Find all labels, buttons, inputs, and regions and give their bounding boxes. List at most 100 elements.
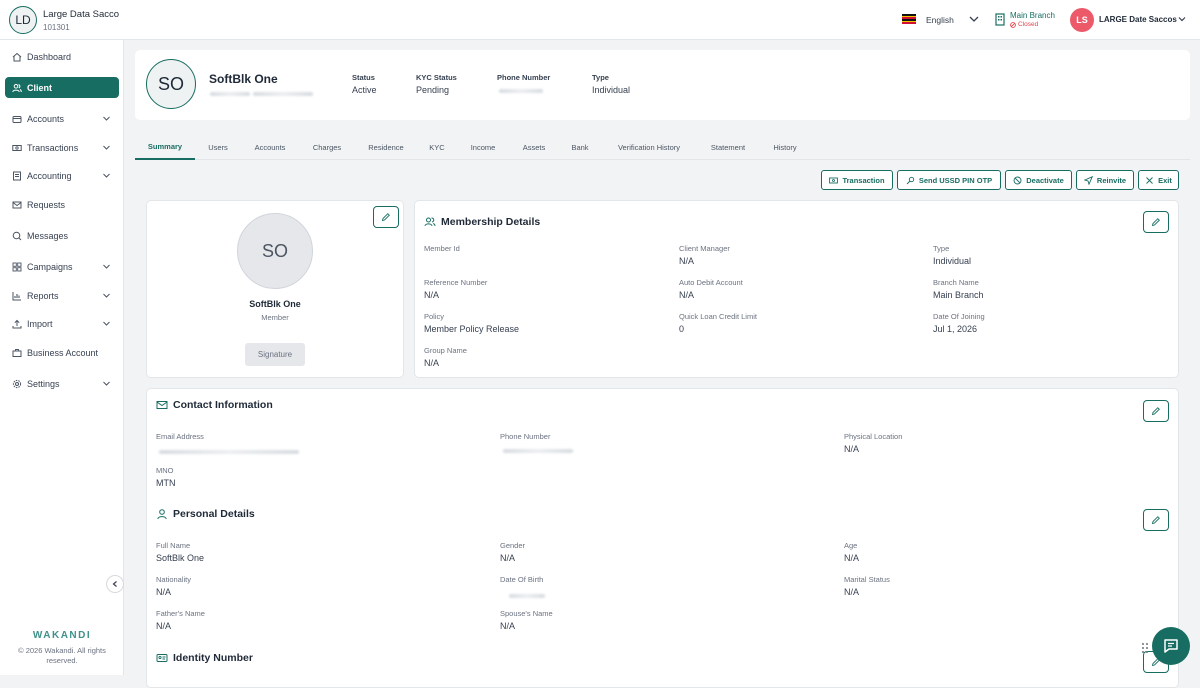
redacted-email — [159, 450, 299, 454]
marital-status-value: N/A — [844, 587, 860, 597]
uganda-flag-icon[interactable] — [902, 14, 916, 25]
age-value: N/A — [844, 553, 860, 563]
money-icon — [12, 144, 22, 151]
member-avatar: SO — [237, 213, 313, 289]
signature-button[interactable]: Signature — [245, 343, 305, 366]
edit-photo-button[interactable] — [373, 206, 399, 228]
sidebar-item-label: Business Account — [27, 347, 99, 358]
nationality-value: N/A — [156, 587, 172, 597]
sidebar-item-client[interactable]: Client — [5, 77, 119, 98]
user-name[interactable]: LARGE Date Saccos — [1099, 15, 1177, 24]
tab-verification-history[interactable]: Verification History — [605, 134, 693, 160]
deactivate-button[interactable]: Deactivate — [1005, 170, 1072, 190]
ledger-icon — [13, 171, 21, 180]
ban-icon — [1013, 176, 1022, 184]
chevron-down-icon[interactable] — [102, 114, 111, 123]
grid-icon — [12, 262, 22, 271]
deactivate-button-label: Deactivate — [1026, 175, 1064, 185]
sidebar-item-reports[interactable]: Reports — [5, 285, 119, 306]
chevron-down-icon[interactable] — [102, 262, 111, 271]
spouses-name-label: Spouse's Name — [500, 609, 553, 618]
policy-label: Policy — [424, 312, 445, 321]
collapse-sidebar-button[interactable] — [106, 575, 124, 593]
tab-users[interactable]: Users — [197, 134, 239, 160]
closed-circle-icon — [1010, 21, 1016, 28]
sidebar-item-transactions[interactable]: Transactions — [5, 137, 119, 158]
reinvite-button[interactable]: Reinvite — [1076, 170, 1134, 190]
date-of-birth-label: Date Of Birth — [500, 575, 544, 584]
sidebar-item-accounts[interactable]: Accounts — [5, 108, 119, 129]
sidebar-item-label: Transactions — [27, 142, 79, 153]
sidebar-item-requests[interactable]: Requests — [5, 194, 119, 215]
phone-number-label: Phone Number — [500, 432, 551, 441]
tab-summary[interactable]: Summary — [135, 134, 195, 160]
user-avatar[interactable]: LS — [1070, 8, 1094, 32]
drag-handle-icon[interactable] — [1141, 642, 1149, 654]
send-icon — [1083, 175, 1093, 185]
sidebar-item-import[interactable]: Import — [5, 313, 119, 334]
type-value: Individual — [592, 85, 631, 95]
chat-icon — [1164, 639, 1178, 653]
client-manager-value: N/A — [679, 256, 695, 266]
pencil-icon — [1151, 218, 1160, 227]
email-address-label: Email Address — [156, 432, 204, 441]
tab-assets[interactable]: Assets — [513, 134, 555, 160]
tab-accounts[interactable]: Accounts — [245, 134, 295, 160]
exit-button-label: Exit — [1158, 175, 1172, 185]
redacted-member-id — [210, 92, 250, 96]
pencil-icon — [1151, 516, 1160, 525]
edit-contact-button[interactable] — [1143, 400, 1169, 422]
branch-status-label: Closed — [1018, 21, 1039, 28]
full-name-value: SoftBlk One — [156, 553, 205, 563]
age-label: Age — [844, 541, 858, 550]
chevron-down-icon[interactable] — [102, 143, 111, 152]
tab-residence[interactable]: Residence — [359, 134, 413, 160]
send-otp-button-label: Send USSD PIN OTP — [918, 175, 993, 185]
tab-bank[interactable]: Bank — [563, 134, 597, 160]
branch-name[interactable]: Main Branch — [1010, 11, 1055, 20]
language-selector[interactable]: English — [926, 15, 954, 25]
kyc-status-label: KYC Status — [416, 73, 457, 82]
sidebar-item-campaigns[interactable]: Campaigns — [5, 256, 119, 277]
edit-personal-button[interactable] — [1143, 509, 1169, 531]
sidebar-item-label: Accounts — [27, 113, 65, 124]
tab-charges[interactable]: Charges — [303, 134, 351, 160]
upload-icon — [12, 319, 22, 328]
top-bar: LD Large Data Sacco 101301 English Main … — [0, 0, 1200, 40]
id-card-icon — [156, 654, 168, 662]
mail-icon — [12, 201, 22, 208]
fathers-name-value: N/A — [156, 621, 172, 631]
mno-value: MTN — [156, 478, 176, 488]
tab-statement[interactable]: Statement — [701, 134, 755, 160]
sidebar-item-messages[interactable]: Messages — [5, 225, 119, 246]
chevron-left-icon — [112, 581, 117, 587]
details-card: Contact Information Email Address Phone … — [146, 388, 1179, 688]
chevron-down-icon[interactable] — [102, 319, 111, 328]
member-card: SO SoftBlk One Member Signature — [146, 200, 404, 378]
chevron-down-icon[interactable] — [968, 13, 980, 25]
send-ussd-pin-otp-button[interactable]: Send USSD PIN OTP — [897, 170, 1001, 190]
sidebar-item-business-account[interactable]: Business Account — [5, 342, 119, 363]
chart-icon — [12, 291, 21, 300]
type-label: Type — [592, 73, 609, 82]
org-name: Large Data Sacco — [43, 9, 120, 20]
redacted-phone-number — [503, 449, 573, 453]
sidebar-item-dashboard[interactable]: Dashboard — [5, 46, 119, 67]
transaction-button[interactable]: Transaction — [821, 170, 893, 190]
chevron-down-icon[interactable] — [1177, 14, 1187, 24]
support-chat-button[interactable] — [1152, 627, 1190, 665]
tab-kyc[interactable]: KYC — [421, 134, 453, 160]
chevron-down-icon[interactable] — [102, 291, 111, 300]
chevron-down-icon[interactable] — [102, 379, 111, 388]
sidebar-item-accounting[interactable]: Accounting — [5, 165, 119, 186]
edit-membership-button[interactable] — [1143, 211, 1169, 233]
status-label: Status — [352, 73, 375, 82]
sidebar-item-settings[interactable]: Settings — [5, 373, 119, 394]
org-avatar[interactable]: LD — [9, 6, 37, 34]
membership-details-title: Membership Details — [424, 216, 540, 228]
date-of-joining-label: Date Of Joining — [933, 312, 985, 321]
tab-income[interactable]: Income — [461, 134, 505, 160]
exit-button[interactable]: Exit — [1138, 170, 1179, 190]
chevron-down-icon[interactable] — [102, 171, 111, 180]
tab-history[interactable]: History — [763, 134, 807, 160]
